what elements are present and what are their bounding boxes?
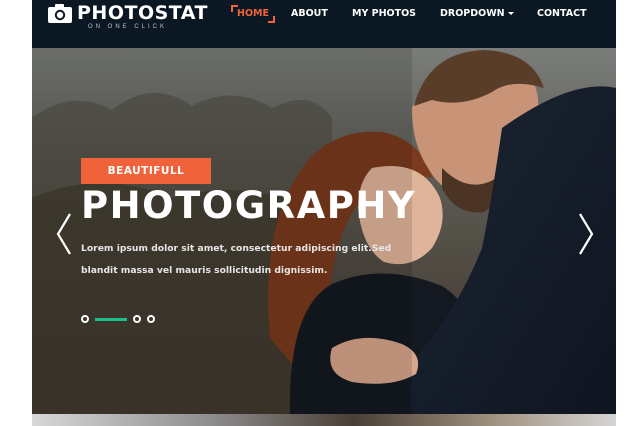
nav-item-about[interactable]: ABOUT	[291, 6, 328, 22]
nav-item-about-label: ABOUT	[291, 8, 328, 19]
nav-item-dropdown-label: DROPDOWN	[440, 8, 505, 19]
active-bracket-bottom-right	[267, 16, 275, 23]
slide-dot-1[interactable]	[81, 315, 89, 323]
nav-item-dropdown[interactable]: DROPDOWN	[440, 6, 514, 22]
gallery-strip	[32, 414, 616, 426]
hero-photo	[32, 48, 616, 414]
page-frame: PHOTOSTAT ON ONE CLICK HOME ABOUT MY PHO…	[32, 0, 616, 426]
chevron-right-icon[interactable]	[576, 212, 596, 256]
hero-slider: BEAUTIFULL PHOTOGRAPHY Lorem ipsum dolor…	[32, 48, 616, 414]
hero-headline: PHOTOGRAPHY	[81, 184, 417, 227]
site-header: PHOTOSTAT ON ONE CLICK HOME ABOUT MY PHO…	[32, 0, 616, 48]
slide-dot-2-active[interactable]	[95, 318, 127, 321]
chevron-left-icon[interactable]	[54, 212, 74, 256]
site-tagline: ON ONE CLICK	[88, 24, 168, 30]
active-bracket-top-left	[231, 5, 238, 12]
caret-down-icon	[507, 12, 514, 15]
slide-dot-3[interactable]	[133, 315, 141, 323]
nav-item-home[interactable]: HOME	[231, 5, 275, 23]
hero-description: Lorem ipsum dolor sit amet, consectetur …	[81, 243, 392, 276]
site-title: PHOTOSTAT	[77, 2, 208, 24]
nav-item-my-photos[interactable]: MY PHOTOS	[352, 6, 416, 22]
hero-badge: BEAUTIFULL	[81, 158, 211, 184]
site-logo[interactable]: PHOTOSTAT ON ONE CLICK	[48, 2, 228, 36]
nav-item-my-photos-label: MY PHOTOS	[352, 8, 417, 19]
nav-item-contact[interactable]: CONTACT	[537, 6, 587, 22]
nav-item-home-label: HOME	[237, 8, 269, 19]
camera-icon	[48, 4, 72, 23]
slide-indicators	[81, 314, 171, 324]
nav-item-contact-label: CONTACT	[537, 8, 587, 19]
slide-dot-4[interactable]	[147, 315, 155, 323]
